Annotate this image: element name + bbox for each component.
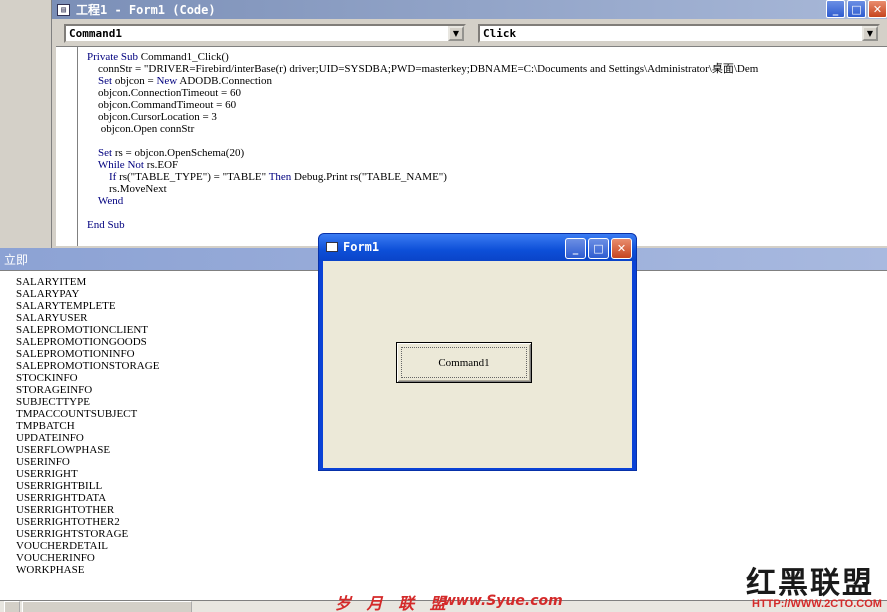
chevron-down-icon[interactable]: ▼ [448, 26, 464, 41]
code-line: objcon.CommandTimeout = 60 [87, 99, 237, 111]
scroll-left-button[interactable] [4, 601, 20, 612]
code-window-title: 工程1 - Form1 (Code) [76, 3, 216, 17]
immediate-output-line: VOUCHERINFO [16, 552, 95, 564]
code-window-titlebar[interactable]: ▤ 工程1 - Form1 (Code) _ □ ✕ [52, 0, 887, 19]
immediate-output: SALARYITEM SALARYPAY SALARYTEMPLETE SALARYU… [16, 276, 159, 576]
minimize-icon[interactable]: _ [826, 0, 845, 18]
maximize-icon[interactable]: □ [588, 238, 609, 259]
form1-titlebar[interactable]: Form1 _ □ ✕ [319, 234, 636, 261]
code-window-icon: ▤ [57, 3, 70, 16]
immediate-output-line: SALARYPAY [16, 288, 80, 300]
immediate-output-line: SALARYITEM [16, 276, 87, 288]
immediate-output-line: TMPBATCH [16, 420, 75, 432]
syue-watermark-url: www.Syue.com [443, 593, 563, 609]
immediate-output-line: SUBJECTTYPE [16, 396, 90, 408]
code-line: objcon.Open connStr [87, 123, 195, 135]
code-line: connStr = "DRIVER=Firebird/interBase(r) … [87, 63, 759, 75]
code-line: Set rs = objcon.OpenSchema(20) [98, 147, 245, 159]
code-line: rs.MoveNext [87, 183, 167, 195]
immediate-output-line: TMPACCOUNTSUBJECT [16, 408, 138, 420]
form1-client-area: Command1 [323, 261, 632, 468]
code-window-controls: _ □ ✕ [826, 0, 887, 18]
immediate-output-line: USERRIGHTOTHER [16, 504, 115, 516]
object-combo[interactable]: Command1 ▼ [64, 24, 466, 43]
form1-controls: _ □ ✕ [565, 238, 632, 259]
immediate-output-line: USERINFO [16, 456, 70, 468]
maximize-icon[interactable]: □ [847, 0, 866, 18]
form1-window: Form1 _ □ ✕ Command1 [318, 233, 637, 471]
immediate-output-line: STOCKINFO [16, 372, 78, 384]
form1-title: Form1 [343, 240, 380, 254]
form-icon [326, 242, 338, 252]
procedure-combo-value: Click [483, 27, 517, 40]
immediate-output-line: STORAGEINFO [16, 384, 93, 396]
code-line: Set objcon = New ADODB.Connection [98, 75, 272, 87]
immediate-output-line: UPDATEINFO [16, 432, 84, 444]
code-line: objcon.CursorLocation = 3 [87, 111, 217, 123]
minimize-icon[interactable]: _ [565, 238, 586, 259]
immediate-output-line: SALARYTEMPLETE [16, 300, 116, 312]
immediate-output-line: SALARYUSER [16, 312, 88, 324]
immediate-output-line: USERRIGHTSTORAGE [16, 528, 129, 540]
chevron-down-icon[interactable]: ▼ [862, 26, 878, 41]
code-margin [56, 47, 78, 246]
object-combo-value: Command1 [69, 27, 122, 40]
code-window: ▤ 工程1 - Form1 (Code) _ □ ✕ Command1 ▼ Cl… [0, 0, 887, 248]
procedure-combo[interactable]: Click ▼ [478, 24, 880, 43]
immediate-output-line: USERRIGHTBILL [16, 480, 103, 492]
immediate-output-line: USERRIGHT [16, 468, 78, 480]
code-line: objcon.ConnectionTimeout = 60 [87, 87, 241, 99]
immediate-output-line: SALEPROMOTIONCLIENT [16, 324, 148, 336]
hongheilm-watermark: 红黑联盟 [746, 566, 874, 601]
close-icon[interactable]: ✕ [611, 238, 632, 259]
cto-watermark-url: HTTP://WWW.2CTO.COM [752, 598, 882, 610]
immediate-output-line: USERRIGHTOTHER2 [16, 516, 120, 528]
code-editor[interactable]: Private Sub Command1_Click() connStr = "… [56, 46, 887, 246]
syue-watermark-text: 岁 月 联 盟 [335, 594, 451, 612]
immediate-output-line: SALEPROMOTIONINFO [16, 348, 135, 360]
command1-button[interactable]: Command1 [396, 342, 532, 383]
immediate-output-line: USERFLOWPHASE [16, 444, 111, 456]
code-line: If rs("TABLE_TYPE") = "TABLE" Then Debug… [109, 171, 447, 183]
code-line: While Not rs.EOF [97, 159, 179, 171]
code-line: Private Sub Command1_Click() [87, 51, 229, 63]
immediate-output-line: VOUCHERDETAIL [16, 540, 108, 552]
immediate-output-line: USERRIGHTDATA [16, 492, 107, 504]
left-gutter [0, 0, 52, 248]
immediate-window-title: 立即 [4, 253, 29, 267]
close-icon[interactable]: ✕ [868, 0, 887, 18]
code-line: End Sub [87, 219, 125, 231]
code-lines: Private Sub Command1_Click() connStr = "… [87, 51, 887, 231]
immediate-output-line: SALEPROMOTIONGOODS [16, 336, 147, 348]
code-line: Wend [97, 195, 124, 207]
scroll-thumb[interactable] [22, 601, 192, 612]
immediate-output-line: WORKPHASE [16, 564, 85, 576]
immediate-output-line: SALEPROMOTIONSTORAGE [16, 360, 160, 372]
